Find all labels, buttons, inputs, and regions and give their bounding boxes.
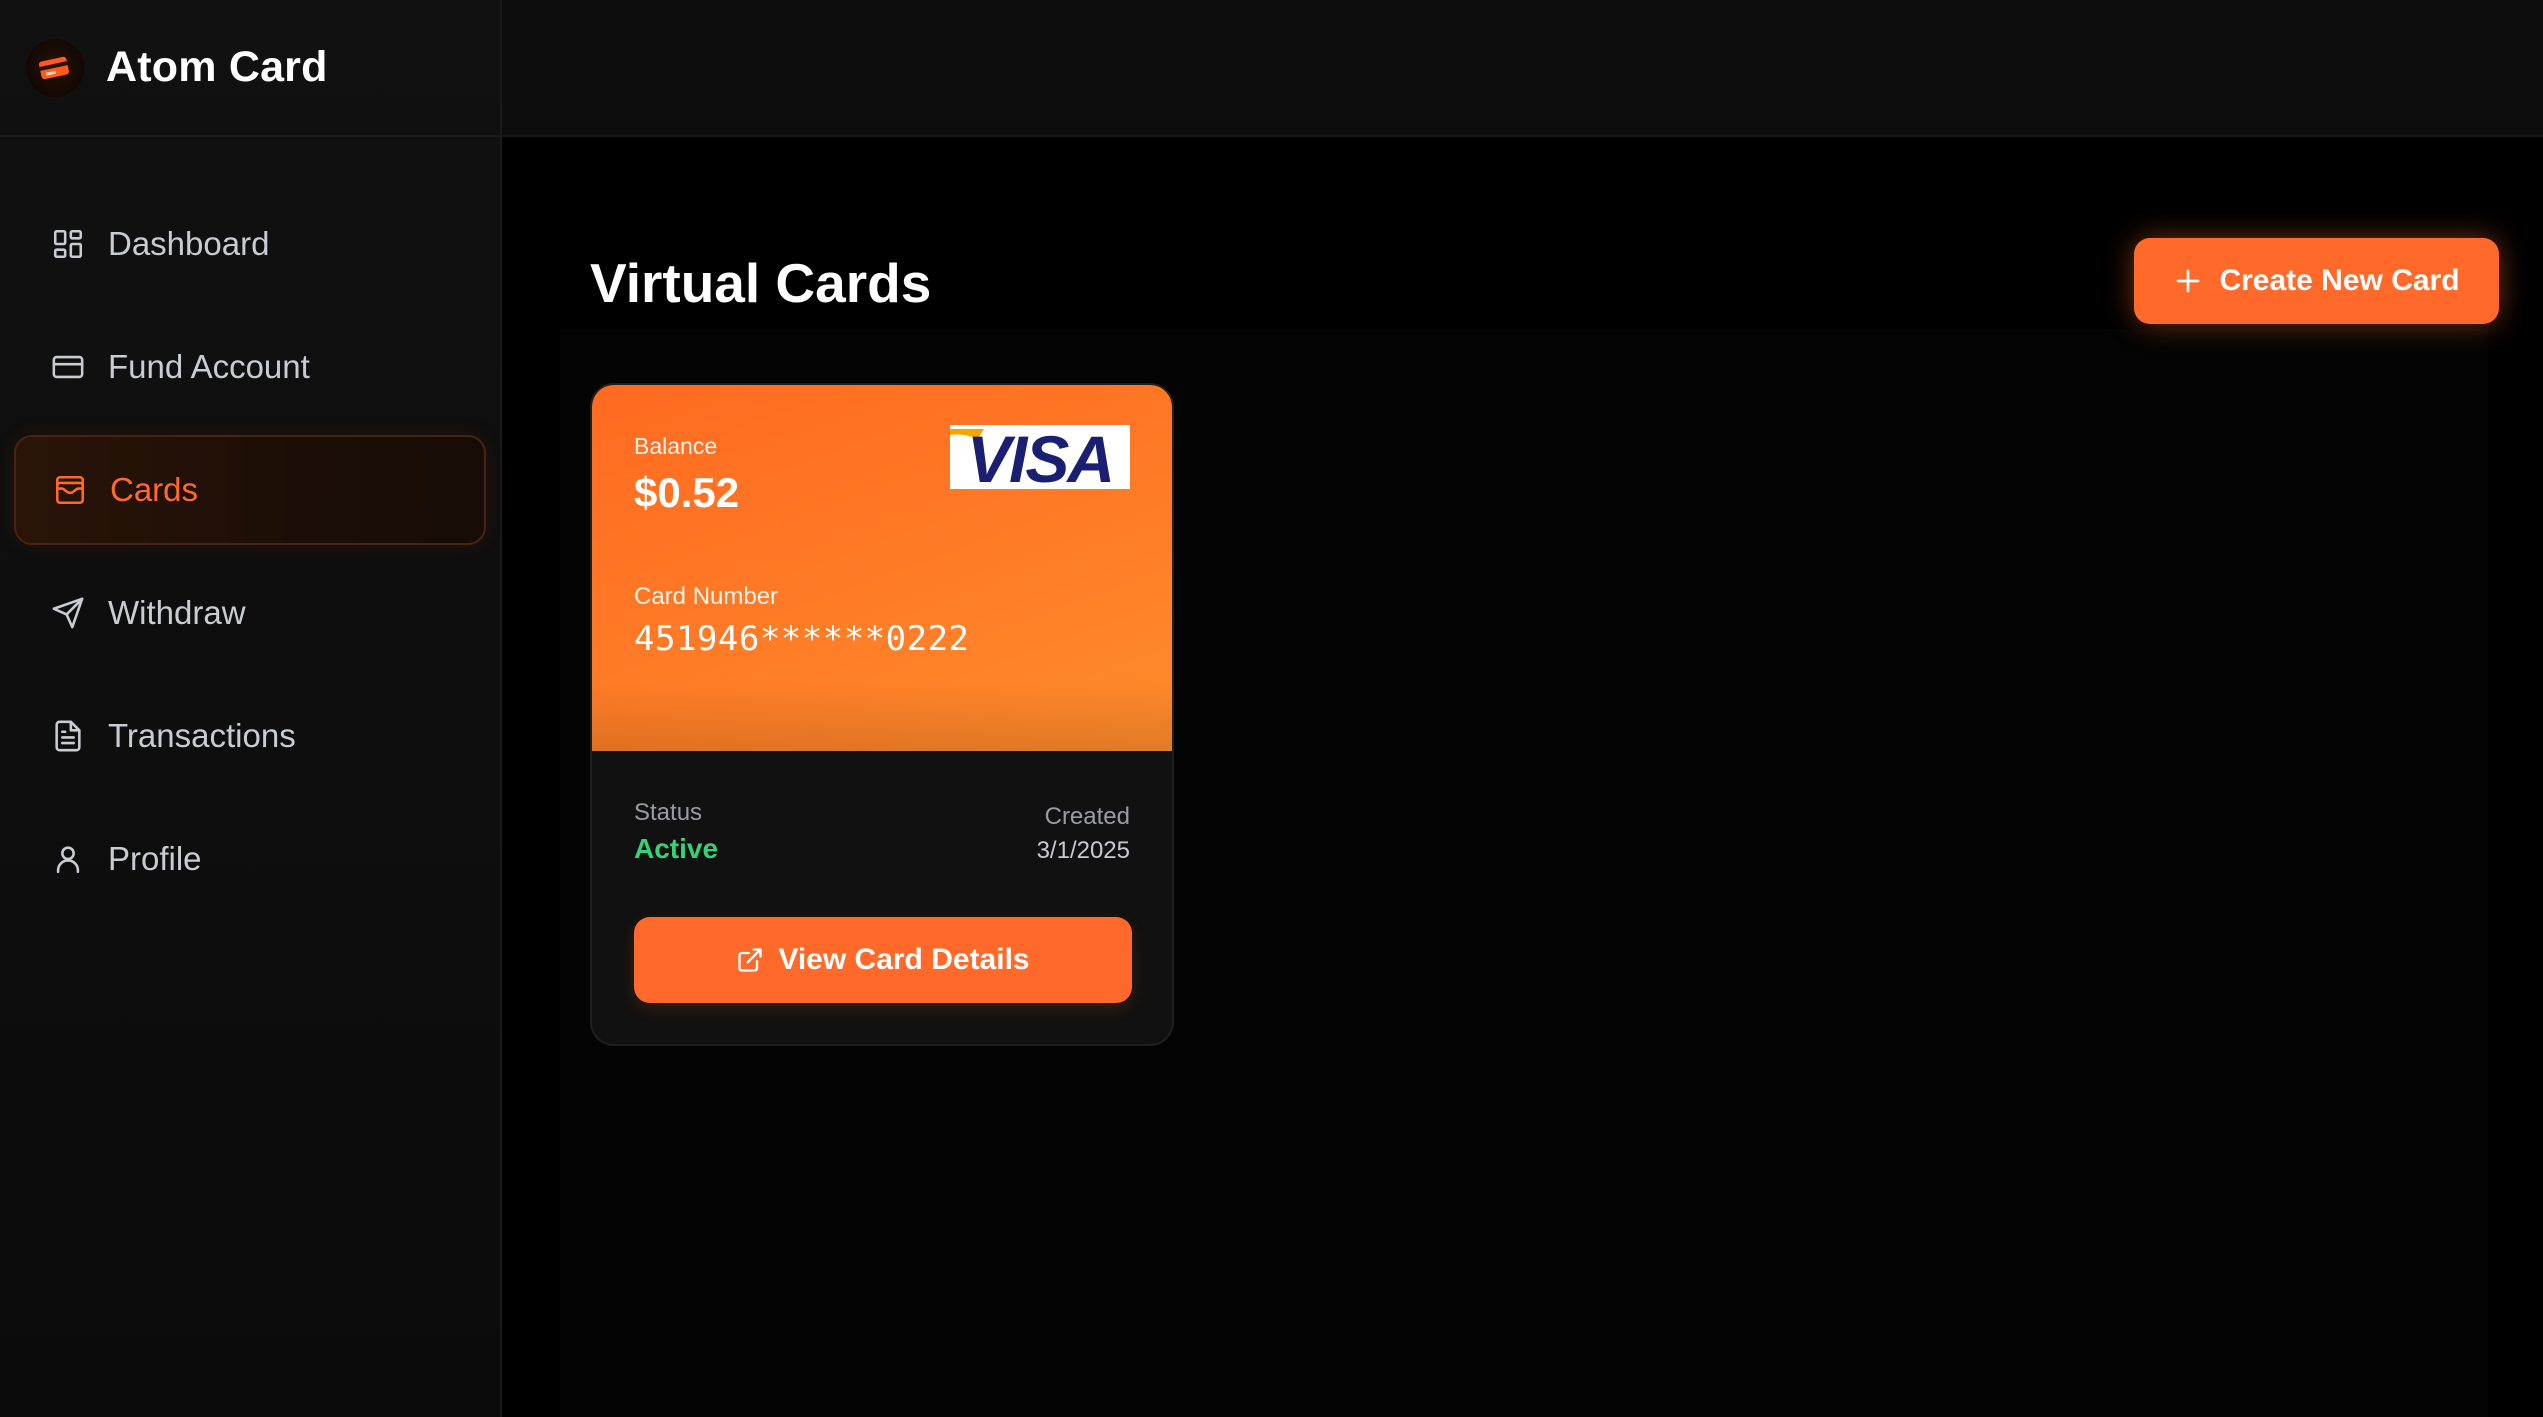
card-logo-icon [26, 38, 84, 97]
external-link-icon [736, 946, 764, 974]
status-label: Status [634, 799, 703, 826]
top-bar [502, 0, 2543, 137]
svg-text:VISA: VISA [967, 425, 1113, 489]
sidebar: Atom Card Dashboard Fund Account Cards W… [0, 0, 502, 1417]
card-face: Balance $0.52 VISA Card Number 451946***… [592, 385, 1172, 751]
grid-icon [50, 226, 86, 262]
view-card-details-button[interactable]: View Card Details [634, 917, 1132, 1003]
balance-label: Balance [634, 433, 718, 459]
app-root: Atom Card Dashboard Fund Account Cards W… [0, 0, 2543, 1417]
create-new-card-button[interactable]: Create New Card [2134, 238, 2499, 324]
plus-icon [2173, 266, 2203, 296]
sidebar-item-label: Transactions [108, 717, 296, 754]
balance-value: $0.52 [634, 469, 740, 516]
document-icon [50, 718, 86, 754]
sidebar-item-label: Fund Account [108, 348, 310, 385]
create-new-card-label: Create New Card [2219, 264, 2460, 297]
status-badge: Active [634, 833, 719, 864]
wallet-card-icon [52, 472, 88, 508]
created-date: 3/1/2025 [1036, 837, 1130, 864]
sidebar-item-dashboard[interactable]: Dashboard [14, 189, 486, 299]
sidebar-item-cards[interactable]: Cards [14, 435, 486, 545]
sidebar-item-withdraw[interactable]: Withdraw [14, 558, 486, 668]
brand[interactable]: Atom Card [0, 0, 500, 137]
visa-logo: VISA [950, 422, 1130, 496]
view-card-details-label: View Card Details [778, 943, 1030, 976]
sidebar-item-label: Profile [108, 840, 202, 877]
user-icon [50, 841, 86, 877]
app-name: Atom Card [106, 43, 328, 91]
card-number-value: 451946******0222 [634, 619, 970, 659]
created-label: Created [1044, 803, 1130, 830]
card-meta: Status Active Created 3/1/2025 View Card… [592, 751, 1172, 1044]
virtual-card: Balance $0.52 VISA Card Number 451946***… [590, 383, 1174, 1046]
sidebar-item-profile[interactable]: Profile [14, 804, 486, 914]
sidebar-item-label: Cards [110, 471, 199, 508]
sidebar-item-label: Withdraw [108, 594, 246, 631]
sidebar-item-transactions[interactable]: Transactions [14, 681, 486, 791]
page-title: Virtual Cards [590, 252, 932, 314]
card-number-label: Card Number [634, 583, 779, 610]
credit-card-icon [50, 349, 86, 385]
send-icon [50, 595, 86, 631]
sidebar-item-label: Dashboard [108, 225, 270, 262]
sidebar-item-fund-account[interactable]: Fund Account [14, 312, 486, 422]
sidebar-nav: Dashboard Fund Account Cards Withdraw Tr… [0, 137, 500, 914]
main-content: Virtual Cards Create New Card Balance $0… [502, 139, 2543, 1417]
